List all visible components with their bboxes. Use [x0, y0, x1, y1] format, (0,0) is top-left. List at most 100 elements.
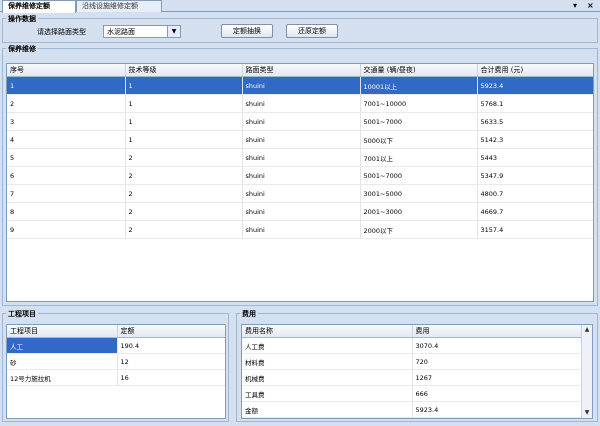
table-cell[interactable]: 1	[125, 112, 243, 131]
table-cell[interactable]: 666	[412, 385, 583, 402]
table-cell[interactable]: 1	[125, 130, 243, 149]
road-type-select[interactable]: 水泥路面 ▼	[103, 25, 181, 38]
table-row[interactable]: 人工 190.4	[7, 337, 225, 354]
table-cell[interactable]: 1	[125, 76, 243, 95]
table-cell[interactable]: 5768.1	[477, 94, 593, 113]
table-row[interactable]: 2 1 shuini 7001~10000 5768.1	[7, 94, 593, 113]
table-cell[interactable]: 机械费	[242, 369, 413, 386]
table-row[interactable]: 8 2 shuini 2001~3000 4669.7	[7, 202, 593, 221]
table-cell[interactable]: 2	[125, 220, 243, 239]
costs-grid: 费用名称 费用 人工费 3070.4 材料费 720 机械费 1267 工具费 666 金额 592…	[241, 324, 593, 419]
table-row[interactable]: 1 1 shuini 10001以上 5923.4	[7, 76, 593, 95]
table-cell[interactable]: 5443	[477, 148, 593, 167]
table-cell[interactable]: shuini	[242, 112, 361, 131]
table-cell[interactable]: 8	[7, 202, 126, 221]
table-cell[interactable]: 5	[7, 148, 126, 167]
table-cell[interactable]: 1267	[412, 369, 583, 386]
table-cell[interactable]: 砂	[7, 353, 118, 370]
table-cell[interactable]: 10001以上	[360, 76, 478, 95]
table-row[interactable]: 机械费 1267	[242, 369, 583, 386]
table-cell[interactable]: 5347.9	[477, 166, 593, 185]
table-cell[interactable]: 12号力施拉机	[7, 369, 118, 386]
costs-column-header[interactable]: 费用名称	[242, 325, 413, 338]
table-cell[interactable]: 2001~3000	[360, 202, 478, 221]
table-row[interactable]: 3 1 shuini 5001~7000 5633.5	[7, 112, 593, 131]
table-cell[interactable]: 3	[7, 112, 126, 131]
table-row[interactable]: 7 2 shuini 3001~5000 4800.7	[7, 184, 593, 203]
table-cell[interactable]: shuini	[242, 202, 361, 221]
table-row[interactable]: 金额 5923.4	[242, 401, 583, 418]
table-row[interactable]: 工具费 666	[242, 385, 583, 402]
table-row[interactable]: 人工费 3070.4	[242, 337, 583, 354]
extract-quota-button[interactable]: 定额抽换	[221, 24, 273, 38]
table-row[interactable]: 5 2 shuini 7001以上 5443	[7, 148, 593, 167]
table-cell[interactable]: 5633.5	[477, 112, 593, 131]
maintenance-column-header[interactable]: 技术等级	[125, 64, 243, 77]
table-cell[interactable]: 工具费	[242, 385, 413, 402]
table-cell[interactable]: 3157.4	[477, 220, 593, 239]
table-cell[interactable]: 190.4	[117, 337, 225, 354]
scroll-up-icon[interactable]: ▲	[582, 325, 592, 335]
table-cell[interactable]: 5923.4	[477, 76, 593, 95]
table-cell[interactable]: shuini	[242, 76, 361, 95]
table-cell[interactable]: 1	[7, 76, 126, 95]
tab-facility-quota[interactable]: 沿线设施维修定额	[76, 0, 162, 12]
table-cell[interactable]: 5001~7000	[360, 166, 478, 185]
table-cell[interactable]: 16	[117, 369, 225, 386]
table-cell[interactable]: 5000以下	[360, 130, 478, 149]
table-cell[interactable]: 5923.4	[412, 401, 583, 418]
table-cell[interactable]: 7001~10000	[360, 94, 478, 113]
maintenance-column-header[interactable]: 合计费用 (元)	[477, 64, 593, 77]
table-row[interactable]: 4 1 shuini 5000以下 5142.3	[7, 130, 593, 149]
table-cell[interactable]: 3070.4	[412, 337, 583, 354]
table-cell[interactable]: shuini	[242, 220, 361, 239]
table-cell[interactable]: shuini	[242, 184, 361, 203]
table-cell[interactable]: 7	[7, 184, 126, 203]
maintenance-column-header[interactable]: 序号	[7, 64, 126, 77]
table-cell[interactable]: shuini	[242, 166, 361, 185]
table-cell[interactable]: 5001~7000	[360, 112, 478, 131]
table-cell[interactable]: 4	[7, 130, 126, 149]
table-cell[interactable]: 2	[125, 148, 243, 167]
table-cell[interactable]: 4800.7	[477, 184, 593, 203]
chevron-down-icon[interactable]: ▾	[573, 0, 577, 11]
maintenance-column-header[interactable]: 交通量 (辆/昼夜)	[360, 64, 478, 77]
table-cell[interactable]: 3001~5000	[360, 184, 478, 203]
table-cell[interactable]: 5142.3	[477, 130, 593, 149]
table-cell[interactable]: 2	[125, 166, 243, 185]
table-row[interactable]: 砂 12	[7, 353, 225, 370]
chevron-down-icon[interactable]: ▼	[167, 26, 180, 37]
table-row[interactable]: 12号力施拉机 16	[7, 369, 225, 386]
tab-strip: 保养维修定额 沿线设施维修定额 ▾ ×	[0, 0, 600, 13]
table-cell[interactable]: 人工费	[242, 337, 413, 354]
table-cell[interactable]: 金额	[242, 401, 413, 418]
table-cell[interactable]: 2	[125, 184, 243, 203]
costs-column-header[interactable]: 费用	[412, 325, 583, 338]
table-cell[interactable]: 2	[125, 202, 243, 221]
table-cell[interactable]: 720	[412, 353, 583, 370]
table-cell[interactable]: 人工	[7, 337, 118, 354]
table-row[interactable]: 材料费 720	[242, 353, 583, 370]
table-row[interactable]: 6 2 shuini 5001~7000 5347.9	[7, 166, 593, 185]
table-row[interactable]: 9 2 shuini 2000以下 3157.4	[7, 220, 593, 239]
table-cell[interactable]: 4669.7	[477, 202, 593, 221]
table-cell[interactable]: 9	[7, 220, 126, 239]
tab-maintenance-quota[interactable]: 保养维修定额	[2, 0, 76, 13]
scroll-down-icon[interactable]: ▼	[582, 408, 592, 418]
table-cell[interactable]: 2000以下	[360, 220, 478, 239]
close-icon[interactable]: ×	[587, 0, 594, 11]
table-cell[interactable]: shuini	[242, 130, 361, 149]
table-cell[interactable]: 2	[7, 94, 126, 113]
table-cell[interactable]: shuini	[242, 94, 361, 113]
table-cell[interactable]: 12	[117, 353, 225, 370]
restore-quota-button[interactable]: 还原定额	[286, 24, 338, 38]
maintenance-column-header[interactable]: 路面类型	[242, 64, 361, 77]
table-cell[interactable]: 7001以上	[360, 148, 478, 167]
table-cell[interactable]: shuini	[242, 148, 361, 167]
projects-column-header[interactable]: 定额	[117, 325, 225, 338]
costs-scrollbar[interactable]: ▲ ▼	[581, 325, 592, 418]
table-cell[interactable]: 6	[7, 166, 126, 185]
projects-column-header[interactable]: 工程项目	[7, 325, 118, 338]
table-cell[interactable]: 1	[125, 94, 243, 113]
table-cell[interactable]: 材料费	[242, 353, 413, 370]
